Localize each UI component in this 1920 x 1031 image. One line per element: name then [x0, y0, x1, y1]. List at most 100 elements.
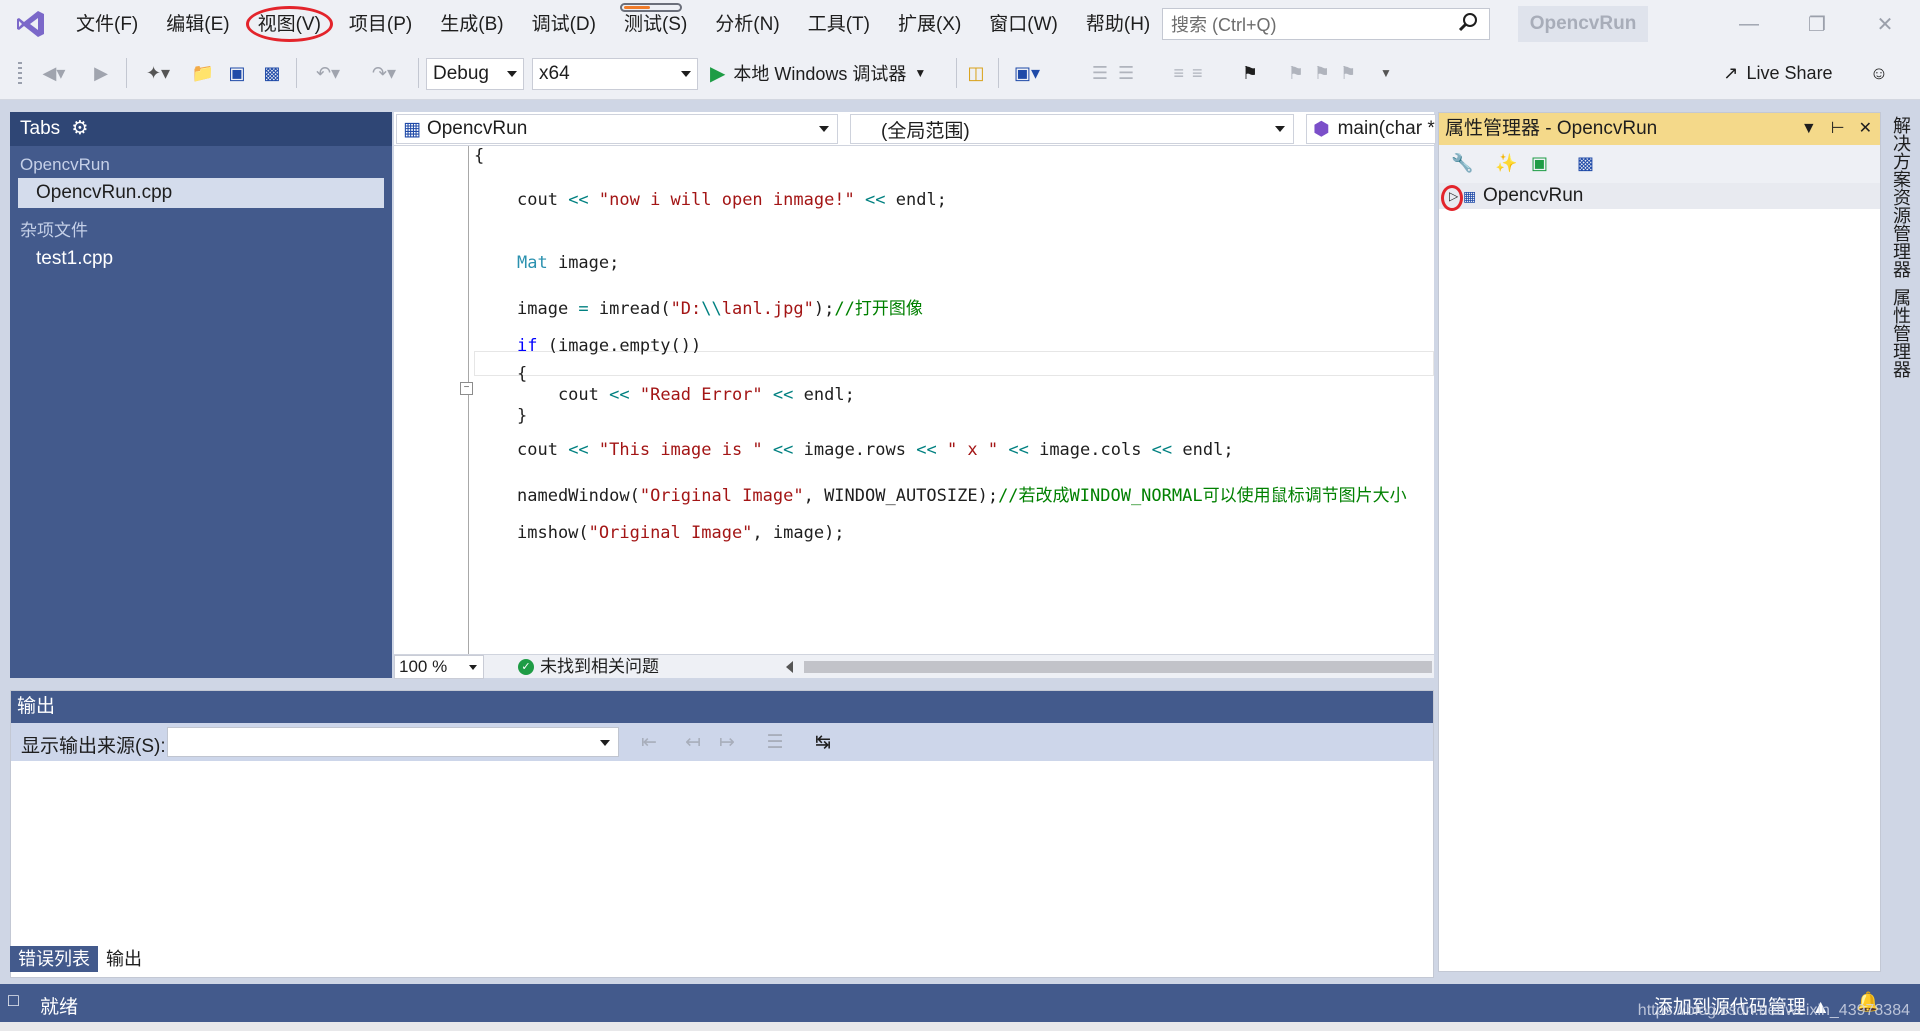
code-token: endl; [793, 385, 855, 405]
code-line: Mat image; [517, 253, 619, 273]
menu-edit[interactable]: 编辑(E) [152, 0, 243, 48]
open-file-icon[interactable]: 📁 [190, 56, 216, 90]
output-toolbar: 显示输出来源(S): ⇤ ↤ ↦ ☰ ↹ [11, 723, 1433, 761]
save-icon[interactable]: ▩ [1577, 153, 1594, 174]
horizontal-scrollbar[interactable] [804, 661, 1432, 673]
tab-solution-explorer[interactable]: 解决方案资源管理器 [1888, 116, 1914, 278]
code-line: imshow("Original Image", image); [517, 523, 845, 543]
wrench-icon[interactable]: 🔧 [1451, 153, 1473, 174]
scope-select[interactable]: (全局范围) [850, 114, 1294, 144]
menu-file[interactable]: 文件(F) [62, 0, 152, 48]
code-token: endl; [1172, 440, 1234, 460]
tab-output[interactable]: 输出 [98, 946, 150, 972]
zoom-select[interactable]: 100 % [394, 655, 484, 679]
code-line: cout << "now i will open inmage!" << end… [517, 190, 947, 210]
tab-error-list[interactable]: 错误列表 [10, 946, 98, 972]
menu-view[interactable]: 视图(V) [244, 0, 335, 48]
tabs-group-label: OpencvRun [20, 155, 110, 174]
menu-project[interactable]: 项目(P) [335, 0, 426, 48]
tab-property-manager[interactable]: 属性管理器 [1888, 288, 1914, 378]
menu-window[interactable]: 窗口(W) [975, 0, 1072, 48]
project-select[interactable]: ▦ OpencvRun [396, 114, 838, 144]
find-in-files-icon[interactable]: ◫ [962, 56, 990, 90]
code-token: //若改成WINDOW_NORMAL可以使用鼠标调节图片大小 [998, 486, 1407, 506]
code-line: namedWindow("Original Image", WINDOW_AUT… [517, 481, 1407, 506]
output-source-select[interactable] [167, 727, 619, 757]
find-message-icon[interactable]: ⇤ [637, 731, 661, 753]
property-manager-panel: 属性管理器 - OpencvRun ▼ ⊢ ✕ 🔧 ✨ ▣ ▩ ▷ ▦ Open… [1438, 112, 1881, 972]
word-wrap-icon[interactable]: ↹ [811, 731, 835, 753]
code-token: imshow( [517, 523, 589, 543]
next-message-icon[interactable]: ↦ [715, 731, 739, 753]
feedback-icon[interactable]: ☺ [1864, 56, 1894, 90]
code-token: imread( [588, 299, 671, 319]
code-token: "Read Error" [629, 385, 773, 405]
code-token: << [1151, 440, 1173, 460]
code-token: , image); [752, 523, 845, 543]
close-icon[interactable]: ✕ [1850, 0, 1920, 48]
search-icon [1457, 12, 1479, 39]
restore-icon[interactable]: ❐ [1782, 0, 1852, 48]
menu-tools[interactable]: 工具(T) [794, 0, 884, 48]
code-line: cout << "This image is " << image.rows <… [517, 440, 1234, 460]
bookmark-nav-icons[interactable]: ⚑⚑⚑ [1272, 56, 1382, 90]
format-toolbar-icons[interactable]: ☰☰ [1058, 56, 1178, 90]
bookmark-icon[interactable]: ⚑ [1236, 56, 1264, 90]
code-line: if (image.empty()) [517, 336, 701, 356]
clear-all-icon[interactable]: ☰ [763, 731, 787, 753]
member-select[interactable]: ⬢ main(char * [1306, 114, 1436, 144]
pin-icon[interactable]: ⊢ [1831, 113, 1845, 145]
expand-arrow-icon[interactable]: ▷ [1449, 183, 1458, 209]
tree-item-opencvrun[interactable]: ▷ ▦ OpencvRun [1439, 183, 1880, 211]
save-all-icon[interactable]: ▩ [258, 56, 286, 90]
tab-file-opencvrun[interactable]: OpencvRun.cpp [18, 178, 384, 208]
comment-icons[interactable]: ≡≡ [1162, 56, 1222, 90]
code-token: "D: [670, 299, 702, 319]
platform-value: x64 [539, 63, 570, 84]
cpp-project-icon: ▦ [1463, 188, 1477, 204]
menu-test[interactable]: 测试(S) [610, 0, 701, 48]
new-project-icon[interactable]: ✦▾ [134, 56, 182, 90]
solution-configuration-select[interactable]: Debug [426, 58, 524, 90]
browser-link-icon[interactable]: ▣▾ [1006, 56, 1048, 90]
editor-navigation-bar: ▦ OpencvRun (全局范围) ⬢ main(char * [394, 112, 1436, 146]
collapse-icon[interactable]: − [460, 382, 473, 395]
visual-studio-logo-icon[interactable] [0, 0, 62, 48]
minimize-icon[interactable]: — [1714, 0, 1784, 48]
toolbar-grip[interactable] [18, 62, 22, 86]
menu-test-label: 测试(S) [623, 14, 688, 35]
previous-message-icon[interactable]: ↤ [681, 731, 705, 753]
window-position-icon[interactable]: ▼ [1801, 113, 1817, 145]
code-token: Mat [517, 253, 548, 273]
code-token: << [568, 440, 589, 460]
toolbar-overflow-icon[interactable]: ▼ [1378, 56, 1394, 90]
taskbar-edge [0, 1022, 1920, 1031]
menu-extensions[interactable]: 扩展(X) [884, 0, 975, 48]
redo-icon[interactable]: ↷▾ [360, 56, 408, 90]
menu-debug[interactable]: 调试(D) [518, 0, 610, 48]
search-placeholder: 搜索 (Ctrl+Q) [1171, 15, 1277, 35]
start-debugger-button[interactable]: ▶ 本地 Windows 调试器 ▼ [710, 56, 950, 90]
search-input[interactable]: 搜索 (Ctrl+Q) [1162, 8, 1490, 40]
save-icon[interactable]: ▣ [224, 56, 250, 90]
navigate-forward-icon[interactable]: ▶ [88, 56, 114, 90]
gear-icon[interactable]: ⚙ [71, 118, 88, 139]
menu-analyze[interactable]: 分析(N) [701, 0, 793, 48]
close-panel-icon[interactable]: ✕ [1859, 113, 1872, 145]
code-editor[interactable]: − {cout << "now i will open inmage!" << … [394, 146, 1434, 654]
issues-indicator[interactable]: ✓ 未找到相关问题 [518, 655, 659, 679]
menu-help[interactable]: 帮助(H) [1072, 0, 1164, 48]
solution-platform-select[interactable]: x64 [532, 58, 698, 90]
menu-build[interactable]: 生成(B) [426, 0, 517, 48]
tab-file-test1[interactable]: test1.cpp [18, 244, 384, 274]
navigate-back-icon[interactable]: ◀▾ [34, 56, 74, 90]
scroll-left-icon[interactable] [786, 661, 793, 673]
code-token: cout [517, 190, 569, 210]
output-panel: 输出 显示输出来源(S): ⇤ ↤ ↦ ☰ ↹ [10, 690, 1434, 978]
add-existing-property-sheet-icon[interactable]: ▣ [1531, 153, 1548, 174]
project-select-value: OpencvRun [426, 118, 528, 139]
tabs-panel: Tabs ⚙ OpencvRun OpencvRun.cpp 杂项文件 test… [10, 112, 392, 678]
undo-icon[interactable]: ↶▾ [304, 56, 352, 90]
live-share-button[interactable]: ↗ Live Share [1710, 56, 1846, 90]
add-new-property-sheet-icon[interactable]: ✨ [1495, 153, 1517, 174]
